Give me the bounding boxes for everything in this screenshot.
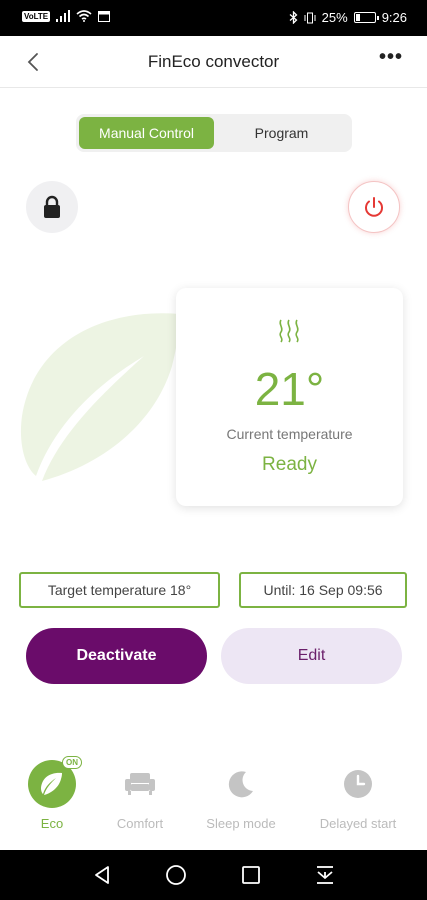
mode-label-sleep: Sleep mode bbox=[206, 816, 276, 831]
current-temperature-value: 21° bbox=[254, 363, 325, 415]
nav-notifications-icon[interactable] bbox=[313, 863, 337, 887]
edit-button[interactable]: Edit bbox=[221, 628, 402, 684]
temperature-card: 21° Current temperature Ready bbox=[176, 288, 403, 506]
status-left: VoLTE bbox=[22, 10, 111, 22]
deactivate-button[interactable]: Deactivate bbox=[26, 628, 207, 684]
app-header: FinEco convector ••• bbox=[0, 36, 427, 88]
clock-icon bbox=[344, 770, 372, 798]
moon-icon bbox=[228, 771, 253, 798]
target-temperature-box: Target temperature 18° bbox=[19, 572, 220, 608]
battery-icon bbox=[353, 12, 379, 23]
mode-tabs: Manual Control Program bbox=[76, 114, 352, 152]
mode-label-comfort: Comfort bbox=[116, 816, 164, 831]
eco-icon-wrapper: ON bbox=[28, 756, 82, 808]
current-temperature-label: Current temperature bbox=[226, 426, 353, 442]
lock-icon bbox=[44, 195, 60, 218]
status-right: 25% 9:26 bbox=[289, 10, 407, 25]
signal-icon bbox=[56, 10, 71, 22]
mode-eco[interactable]: ON Eco bbox=[2, 756, 102, 831]
wifi-icon bbox=[76, 10, 92, 22]
clock-time: 9:26 bbox=[381, 10, 407, 25]
heat-waves-icon bbox=[279, 319, 299, 343]
power-icon bbox=[365, 197, 383, 217]
more-options-icon[interactable]: ••• bbox=[377, 47, 405, 74]
nav-back-icon[interactable] bbox=[90, 863, 114, 887]
device-status: Ready bbox=[262, 454, 317, 475]
mode-label-eco: Eco bbox=[40, 816, 64, 831]
tab-program[interactable]: Program bbox=[214, 117, 349, 149]
armchair-icon bbox=[125, 773, 155, 795]
page-title: FinEco convector bbox=[147, 52, 280, 71]
mode-delayed-start[interactable]: Delayed start bbox=[308, 760, 408, 831]
battery-percent: 25% bbox=[321, 10, 348, 25]
bluetooth-icon bbox=[289, 11, 298, 24]
calendar-icon bbox=[98, 11, 111, 22]
vibrate-icon bbox=[304, 12, 316, 23]
delayed-start-icon-wrapper bbox=[334, 760, 382, 808]
mode-sleep[interactable]: Sleep mode bbox=[191, 760, 291, 831]
system-navigation-bar bbox=[0, 850, 427, 900]
comfort-icon-wrapper bbox=[116, 760, 164, 808]
volte-chip: VoLTE bbox=[22, 10, 51, 22]
on-badge: ON bbox=[62, 756, 82, 769]
battery-fill bbox=[355, 14, 361, 21]
sleep-icon-wrapper bbox=[217, 760, 265, 808]
until-time-box: Until: 16 Sep 09:56 bbox=[239, 572, 407, 608]
mode-comfort[interactable]: Comfort bbox=[90, 760, 190, 831]
nav-home-icon[interactable] bbox=[164, 863, 188, 887]
tab-manual-control[interactable]: Manual Control bbox=[79, 117, 214, 149]
mode-label-delayed-start: Delayed start bbox=[319, 816, 397, 831]
lock-button[interactable] bbox=[26, 181, 78, 233]
status-bar: VoLTE 25% 9:26 bbox=[0, 0, 427, 36]
leaf-icon bbox=[41, 772, 62, 795]
nav-recents-icon[interactable] bbox=[239, 863, 263, 887]
power-button[interactable] bbox=[348, 181, 400, 233]
